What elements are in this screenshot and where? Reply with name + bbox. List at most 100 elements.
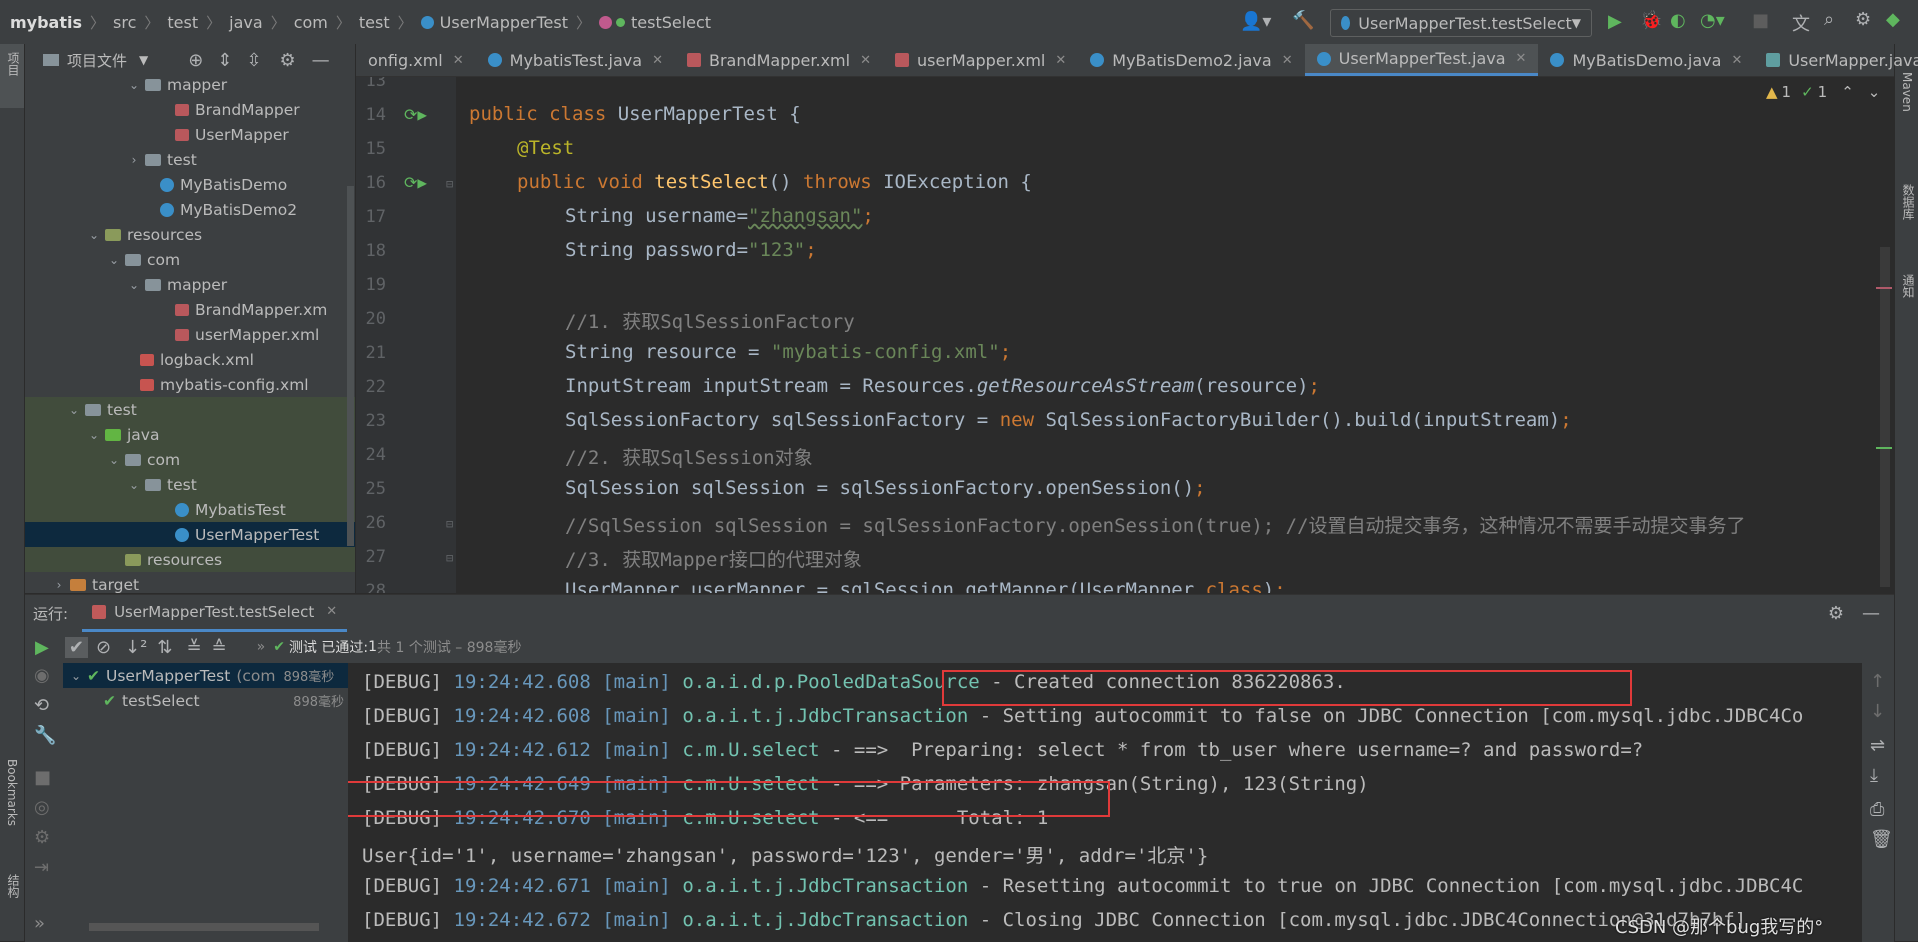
expand-toggle-icon[interactable]: ⌄ xyxy=(107,253,121,267)
project-tree-item[interactable]: ⌄ mapper xyxy=(25,272,355,297)
wrench-icon[interactable]: 🔧 xyxy=(34,725,56,746)
translate-icon[interactable]: 文 xyxy=(1792,10,1810,36)
maven-tool-label[interactable]: Maven xyxy=(1900,72,1914,112)
search-icon[interactable]: ⌕ xyxy=(1824,9,1834,30)
locate-icon[interactable]: ⊕ xyxy=(188,50,203,71)
chevron-down-icon[interactable]: ⌄ xyxy=(1868,83,1881,101)
settings-gear-icon[interactable]: ⚙ xyxy=(34,827,50,848)
database-tool-label[interactable]: 数据库 xyxy=(1900,184,1917,220)
project-tree-item[interactable]: resources xyxy=(25,547,355,572)
arrow-up-icon[interactable]: ↑ xyxy=(1870,671,1885,692)
fold-icon[interactable]: ⊟ xyxy=(446,517,453,531)
project-tree-item[interactable]: ⌄ test xyxy=(25,472,355,497)
gear-icon[interactable]: ⚙ xyxy=(1828,603,1844,624)
project-tool-button[interactable]: 项目 xyxy=(0,44,24,108)
print-icon[interactable]: ⎙ xyxy=(1870,799,1884,820)
project-tree-item[interactable]: UserMapper xyxy=(25,122,355,147)
minimize-icon[interactable]: — xyxy=(312,50,330,71)
close-icon[interactable]: ✕ xyxy=(326,604,337,619)
project-tree-item[interactable]: › test xyxy=(25,147,355,172)
project-tree-item[interactable]: ⌄ com xyxy=(25,247,355,272)
console-output[interactable]: [DEBUG] 19:24:42.608 [main] o.a.i.d.p.Po… xyxy=(348,663,1862,942)
collapse-all-icon[interactable]: ≙ xyxy=(212,637,227,658)
structure-tool-label[interactable]: 结构 xyxy=(5,874,22,898)
coverage-icon[interactable]: ◐ xyxy=(1670,10,1686,31)
project-tree-item[interactable]: ⌄ mapper xyxy=(25,72,355,97)
stop-icon[interactable]: ■ xyxy=(1752,10,1769,31)
gear-icon[interactable]: ⚙ xyxy=(1855,9,1871,30)
run-config-select[interactable]: UserMapperTest.testSelect ▼ xyxy=(1330,9,1592,37)
gear-icon[interactable]: ⚙ xyxy=(280,50,296,71)
rerun-icon[interactable]: ▶ xyxy=(35,637,49,658)
change-stripe-mark[interactable] xyxy=(1876,447,1892,449)
close-icon[interactable]: ✕ xyxy=(652,53,663,68)
user-icon[interactable]: 👤▾ xyxy=(1240,11,1271,32)
scroll-to-end-icon[interactable]: ⤓ xyxy=(1870,765,1878,786)
tab-usermapper-java[interactable]: UserMapper.java✕ xyxy=(1754,44,1918,76)
camera-icon[interactable]: ◉ xyxy=(34,665,50,686)
project-tree-item[interactable]: ⌄ com xyxy=(25,447,355,472)
bookmarks-tool-label[interactable]: Bookmarks xyxy=(5,759,19,826)
collapse-all-icon[interactable]: ⇳ xyxy=(246,50,261,71)
breadcrumb-item[interactable]: testSelect xyxy=(631,13,711,32)
debug-icon[interactable]: 🐞 xyxy=(1640,10,1662,31)
inspection-widget[interactable]: ▲ 1 ✓ 1 ⌃ ⌄ xyxy=(1766,83,1880,101)
breadcrumb-item[interactable]: java xyxy=(229,13,263,32)
arrow-down-icon[interactable]: ↓ xyxy=(1870,701,1885,722)
breadcrumb-item[interactable]: mybatis xyxy=(10,13,82,32)
close-icon[interactable]: ✕ xyxy=(1516,51,1527,66)
close-icon[interactable]: ✕ xyxy=(1282,53,1293,68)
fold-icon[interactable]: ⊟ xyxy=(446,551,453,565)
show-ignored-icon[interactable]: ⊘ xyxy=(96,637,111,658)
project-tree-item[interactable]: MyBatisDemo2 xyxy=(25,197,355,222)
run-icon[interactable]: ▶ xyxy=(1608,11,1622,32)
tree-scrollbar[interactable] xyxy=(347,186,354,546)
test-case-row[interactable]: ✔ testSelect 898毫秒 xyxy=(63,688,358,713)
expand-toggle-icon[interactable]: ⌄ xyxy=(87,428,101,442)
project-tree-item[interactable]: logback.xml xyxy=(25,347,355,372)
close-icon[interactable]: ✕ xyxy=(860,53,871,68)
expand-toggle-icon[interactable]: ⌄ xyxy=(87,228,101,242)
breadcrumb-item[interactable]: test xyxy=(359,13,390,32)
expand-toggle-icon[interactable]: ⌄ xyxy=(127,78,141,92)
stop-icon[interactable]: ■ xyxy=(34,767,51,788)
project-tree-item[interactable]: MybatisTest xyxy=(25,497,355,522)
screenshot-icon[interactable]: ◎ xyxy=(34,797,50,818)
tab-mybatis-config[interactable]: onfig.xml ✕ xyxy=(356,44,476,76)
expand-toggle-icon[interactable]: ⌄ xyxy=(107,453,121,467)
close-icon[interactable]: ✕ xyxy=(453,53,464,68)
tab-mybatisdemo2[interactable]: MyBatisDemo2.java ✕ xyxy=(1078,44,1304,76)
expand-toggle-icon[interactable]: ⌄ xyxy=(127,278,141,292)
minimize-icon[interactable]: — xyxy=(1862,603,1880,624)
expand-all-icon[interactable]: ≚ xyxy=(186,637,201,658)
chevron-up-icon[interactable]: ⌃ xyxy=(1841,83,1854,101)
breadcrumb-item[interactable]: test xyxy=(167,13,198,32)
test-suite-row[interactable]: ⌄ ✔ UserMapperTest (com 898毫秒 xyxy=(63,663,358,688)
project-tree-item[interactable]: ⌄ resources xyxy=(25,222,355,247)
tab-usermapper-xml[interactable]: userMapper.xml ✕ xyxy=(883,44,1078,76)
error-stripe-mark[interactable] xyxy=(1876,287,1892,289)
show-passed-icon[interactable]: ✔ xyxy=(64,636,88,658)
run-test-icon[interactable]: ⟳▶ xyxy=(404,105,427,124)
sort-duration-icon[interactable]: ⇅ xyxy=(157,637,172,658)
trash-icon[interactable]: 🗑 xyxy=(1870,829,1893,850)
project-tree-item[interactable]: BrandMapper.xm xyxy=(25,297,355,322)
breadcrumb-item[interactable]: src xyxy=(113,13,136,32)
breadcrumb-item[interactable]: com xyxy=(294,13,328,32)
project-tree-item[interactable]: BrandMapper xyxy=(25,97,355,122)
project-tree-item[interactable]: MyBatisDemo xyxy=(25,172,355,197)
fold-icon[interactable]: ⊟ xyxy=(446,177,453,191)
profile-icon[interactable]: ◔▾ xyxy=(1700,10,1725,31)
update-icon[interactable]: ◆ xyxy=(1886,9,1900,30)
run-tab[interactable]: UserMapperTest.testSelect ✕ xyxy=(82,595,348,632)
close-icon[interactable]: ✕ xyxy=(1731,53,1742,68)
expand-toggle-icon[interactable]: › xyxy=(127,153,141,167)
soft-wrap-icon[interactable]: ⇌ xyxy=(1870,735,1885,756)
more-icon[interactable]: » xyxy=(34,913,45,934)
project-tree-item[interactable]: userMapper.xml xyxy=(25,322,355,347)
code-editor[interactable]: 13 14 15 16 17 18 19 20 21 22 23 24 25 2… xyxy=(356,77,1894,593)
restore-layout-icon[interactable]: ⟲ xyxy=(34,695,49,716)
tab-usermappertest[interactable]: UserMapperTest.java ✕ xyxy=(1304,44,1539,76)
tab-brandmapper-xml[interactable]: BrandMapper.xml ✕ xyxy=(675,44,883,76)
expand-all-icon[interactable]: ⇕ xyxy=(217,50,232,71)
